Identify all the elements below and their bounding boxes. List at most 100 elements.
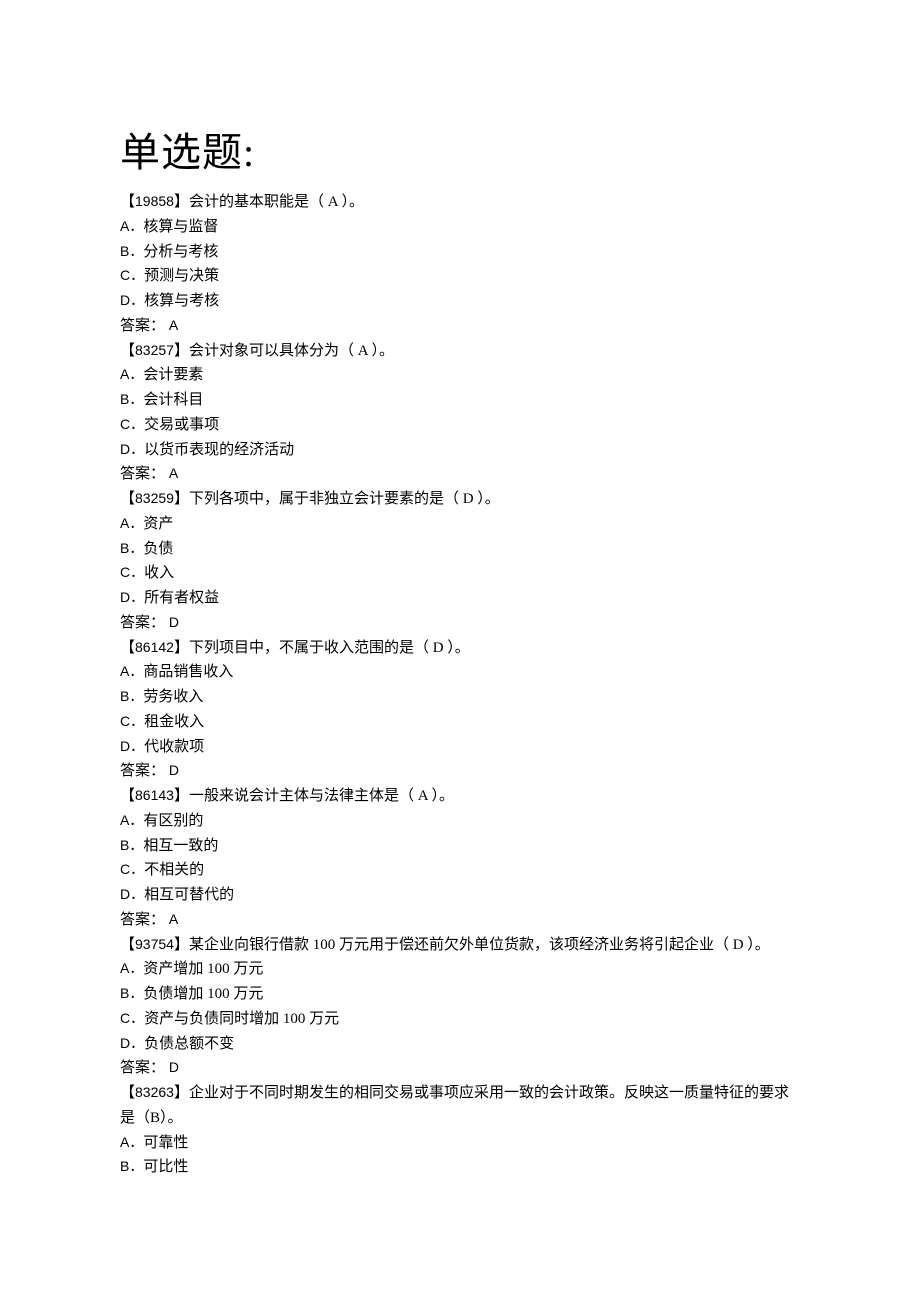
- option-line: C．预测与决策: [120, 264, 800, 289]
- option-letter: C．: [120, 267, 144, 283]
- option-letter: B．: [120, 688, 143, 704]
- option-text: 有区别的: [143, 813, 203, 829]
- option-line: A．核算与监督: [120, 215, 800, 240]
- option-text: 以货币表现的经济活动: [144, 442, 294, 458]
- option-letter: D．: [120, 441, 144, 457]
- option-letter: C．: [120, 564, 144, 580]
- option-text: 可比性: [143, 1159, 188, 1175]
- bracket-open: 【: [120, 194, 135, 210]
- answer-line: 答案： D: [120, 611, 800, 636]
- option-letter: B．: [120, 837, 143, 853]
- answer-label: 答案：: [120, 466, 165, 482]
- option-line: D．所有者权益: [120, 586, 800, 611]
- bracket-open: 【: [120, 343, 135, 359]
- question-text: 】会计的基本职能是（ A ）。: [174, 194, 364, 210]
- document-page: 单选题: 【19858】会计的基本职能是（ A ）。A．核算与监督B．分析与考核…: [0, 0, 920, 1220]
- question-id: 86143: [135, 787, 174, 803]
- option-letter: A．: [120, 366, 143, 382]
- question-text: 】下列各项中，属于非独立会计要素的是（ D ）。: [174, 491, 500, 507]
- answer-label: 答案：: [120, 318, 165, 334]
- option-text: 会计要素: [143, 367, 203, 383]
- answer-label: 答案：: [120, 1060, 165, 1076]
- question-stem: 【83259】下列各项中，属于非独立会计要素的是（ D ）。: [120, 487, 800, 512]
- option-text: 预测与决策: [144, 268, 219, 284]
- option-line: B．可比性: [120, 1155, 800, 1180]
- option-text: 相互可替代的: [144, 887, 234, 903]
- option-line: C．交易或事项: [120, 413, 800, 438]
- option-text: 负债总额不变: [144, 1036, 234, 1052]
- option-line: C．资产与负债同时增加 100 万元: [120, 1007, 800, 1032]
- option-line: D．代收款项: [120, 735, 800, 760]
- answer-line: 答案： A: [120, 462, 800, 487]
- option-line: A．可靠性: [120, 1131, 800, 1156]
- option-line: C．租金收入: [120, 710, 800, 735]
- option-text: 资产与负债同时增加 100 万元: [144, 1011, 339, 1027]
- option-line: A．有区别的: [120, 809, 800, 834]
- option-letter: D．: [120, 886, 144, 902]
- answer-line: 答案： A: [120, 314, 800, 339]
- answer-value: A: [165, 911, 178, 927]
- answer-value: D: [165, 1059, 179, 1075]
- option-line: C．收入: [120, 561, 800, 586]
- question-text: 】某企业向银行借款 100 万元用于偿还前欠外单位货款，该项经济业务将引起企业（…: [174, 937, 770, 953]
- option-line: A．商品销售收入: [120, 660, 800, 685]
- answer-line: 答案： A: [120, 908, 800, 933]
- question-id: 19858: [135, 193, 174, 209]
- bracket-open: 【: [120, 1085, 135, 1101]
- question-text: 】企业对于不同时期发生的相同交易或事项应采用一致的会计政策。反映这一质量特征的要…: [120, 1085, 789, 1126]
- option-letter: B．: [120, 243, 143, 259]
- page-title: 单选题:: [120, 120, 800, 178]
- answer-value: A: [165, 465, 178, 481]
- option-text: 核算与考核: [144, 293, 219, 309]
- question-text: 】一般来说会计主体与法律主体是（ A ）。: [174, 788, 454, 804]
- question-id: 83257: [135, 342, 174, 358]
- option-text: 负债: [143, 541, 173, 557]
- option-text: 租金收入: [144, 714, 204, 730]
- question-id: 93754: [135, 936, 174, 952]
- option-text: 收入: [144, 565, 174, 581]
- question-id: 83259: [135, 490, 174, 506]
- option-line: D．相互可替代的: [120, 883, 800, 908]
- option-text: 所有者权益: [144, 590, 219, 606]
- answer-value: D: [165, 762, 179, 778]
- question-id: 83263: [135, 1084, 174, 1100]
- option-letter: C．: [120, 861, 144, 877]
- option-text: 负债增加 100 万元: [143, 986, 263, 1002]
- option-letter: B．: [120, 1158, 143, 1174]
- answer-label: 答案：: [120, 615, 165, 631]
- option-line: D．核算与考核: [120, 289, 800, 314]
- answer-value: D: [165, 614, 179, 630]
- option-letter: B．: [120, 540, 143, 556]
- option-text: 商品销售收入: [143, 664, 233, 680]
- option-letter: A．: [120, 218, 143, 234]
- questions-container: 【19858】会计的基本职能是（ A ）。A．核算与监督B．分析与考核C．预测与…: [120, 190, 800, 1180]
- option-line: A．资产增加 100 万元: [120, 957, 800, 982]
- option-text: 不相关的: [144, 862, 204, 878]
- option-text: 相互一致的: [143, 838, 218, 854]
- option-line: B．分析与考核: [120, 240, 800, 265]
- option-letter: D．: [120, 1035, 144, 1051]
- option-line: A．会计要素: [120, 363, 800, 388]
- option-text: 会计科目: [143, 392, 203, 408]
- option-letter: A．: [120, 1134, 143, 1150]
- answer-label: 答案：: [120, 763, 165, 779]
- option-line: B．会计科目: [120, 388, 800, 413]
- question-stem: 【86142】下列项目中，不属于收入范围的是（ D ）。: [120, 636, 800, 661]
- option-text: 核算与监督: [143, 219, 218, 235]
- option-letter: D．: [120, 292, 144, 308]
- option-letter: A．: [120, 960, 143, 976]
- option-letter: A．: [120, 812, 143, 828]
- option-text: 交易或事项: [144, 417, 219, 433]
- option-line: B．劳务收入: [120, 685, 800, 710]
- bracket-open: 【: [120, 937, 135, 953]
- option-line: D．负债总额不变: [120, 1032, 800, 1057]
- option-text: 代收款项: [144, 739, 204, 755]
- option-line: B．负债: [120, 537, 800, 562]
- question-text: 】会计对象可以具体分为（ A ）。: [174, 343, 394, 359]
- option-line: B．负债增加 100 万元: [120, 982, 800, 1007]
- question-stem: 【83263】企业对于不同时期发生的相同交易或事项应采用一致的会计政策。反映这一…: [120, 1081, 800, 1131]
- question-stem: 【19858】会计的基本职能是（ A ）。: [120, 190, 800, 215]
- option-line: B．相互一致的: [120, 834, 800, 859]
- option-text: 劳务收入: [143, 689, 203, 705]
- option-line: D．以货币表现的经济活动: [120, 438, 800, 463]
